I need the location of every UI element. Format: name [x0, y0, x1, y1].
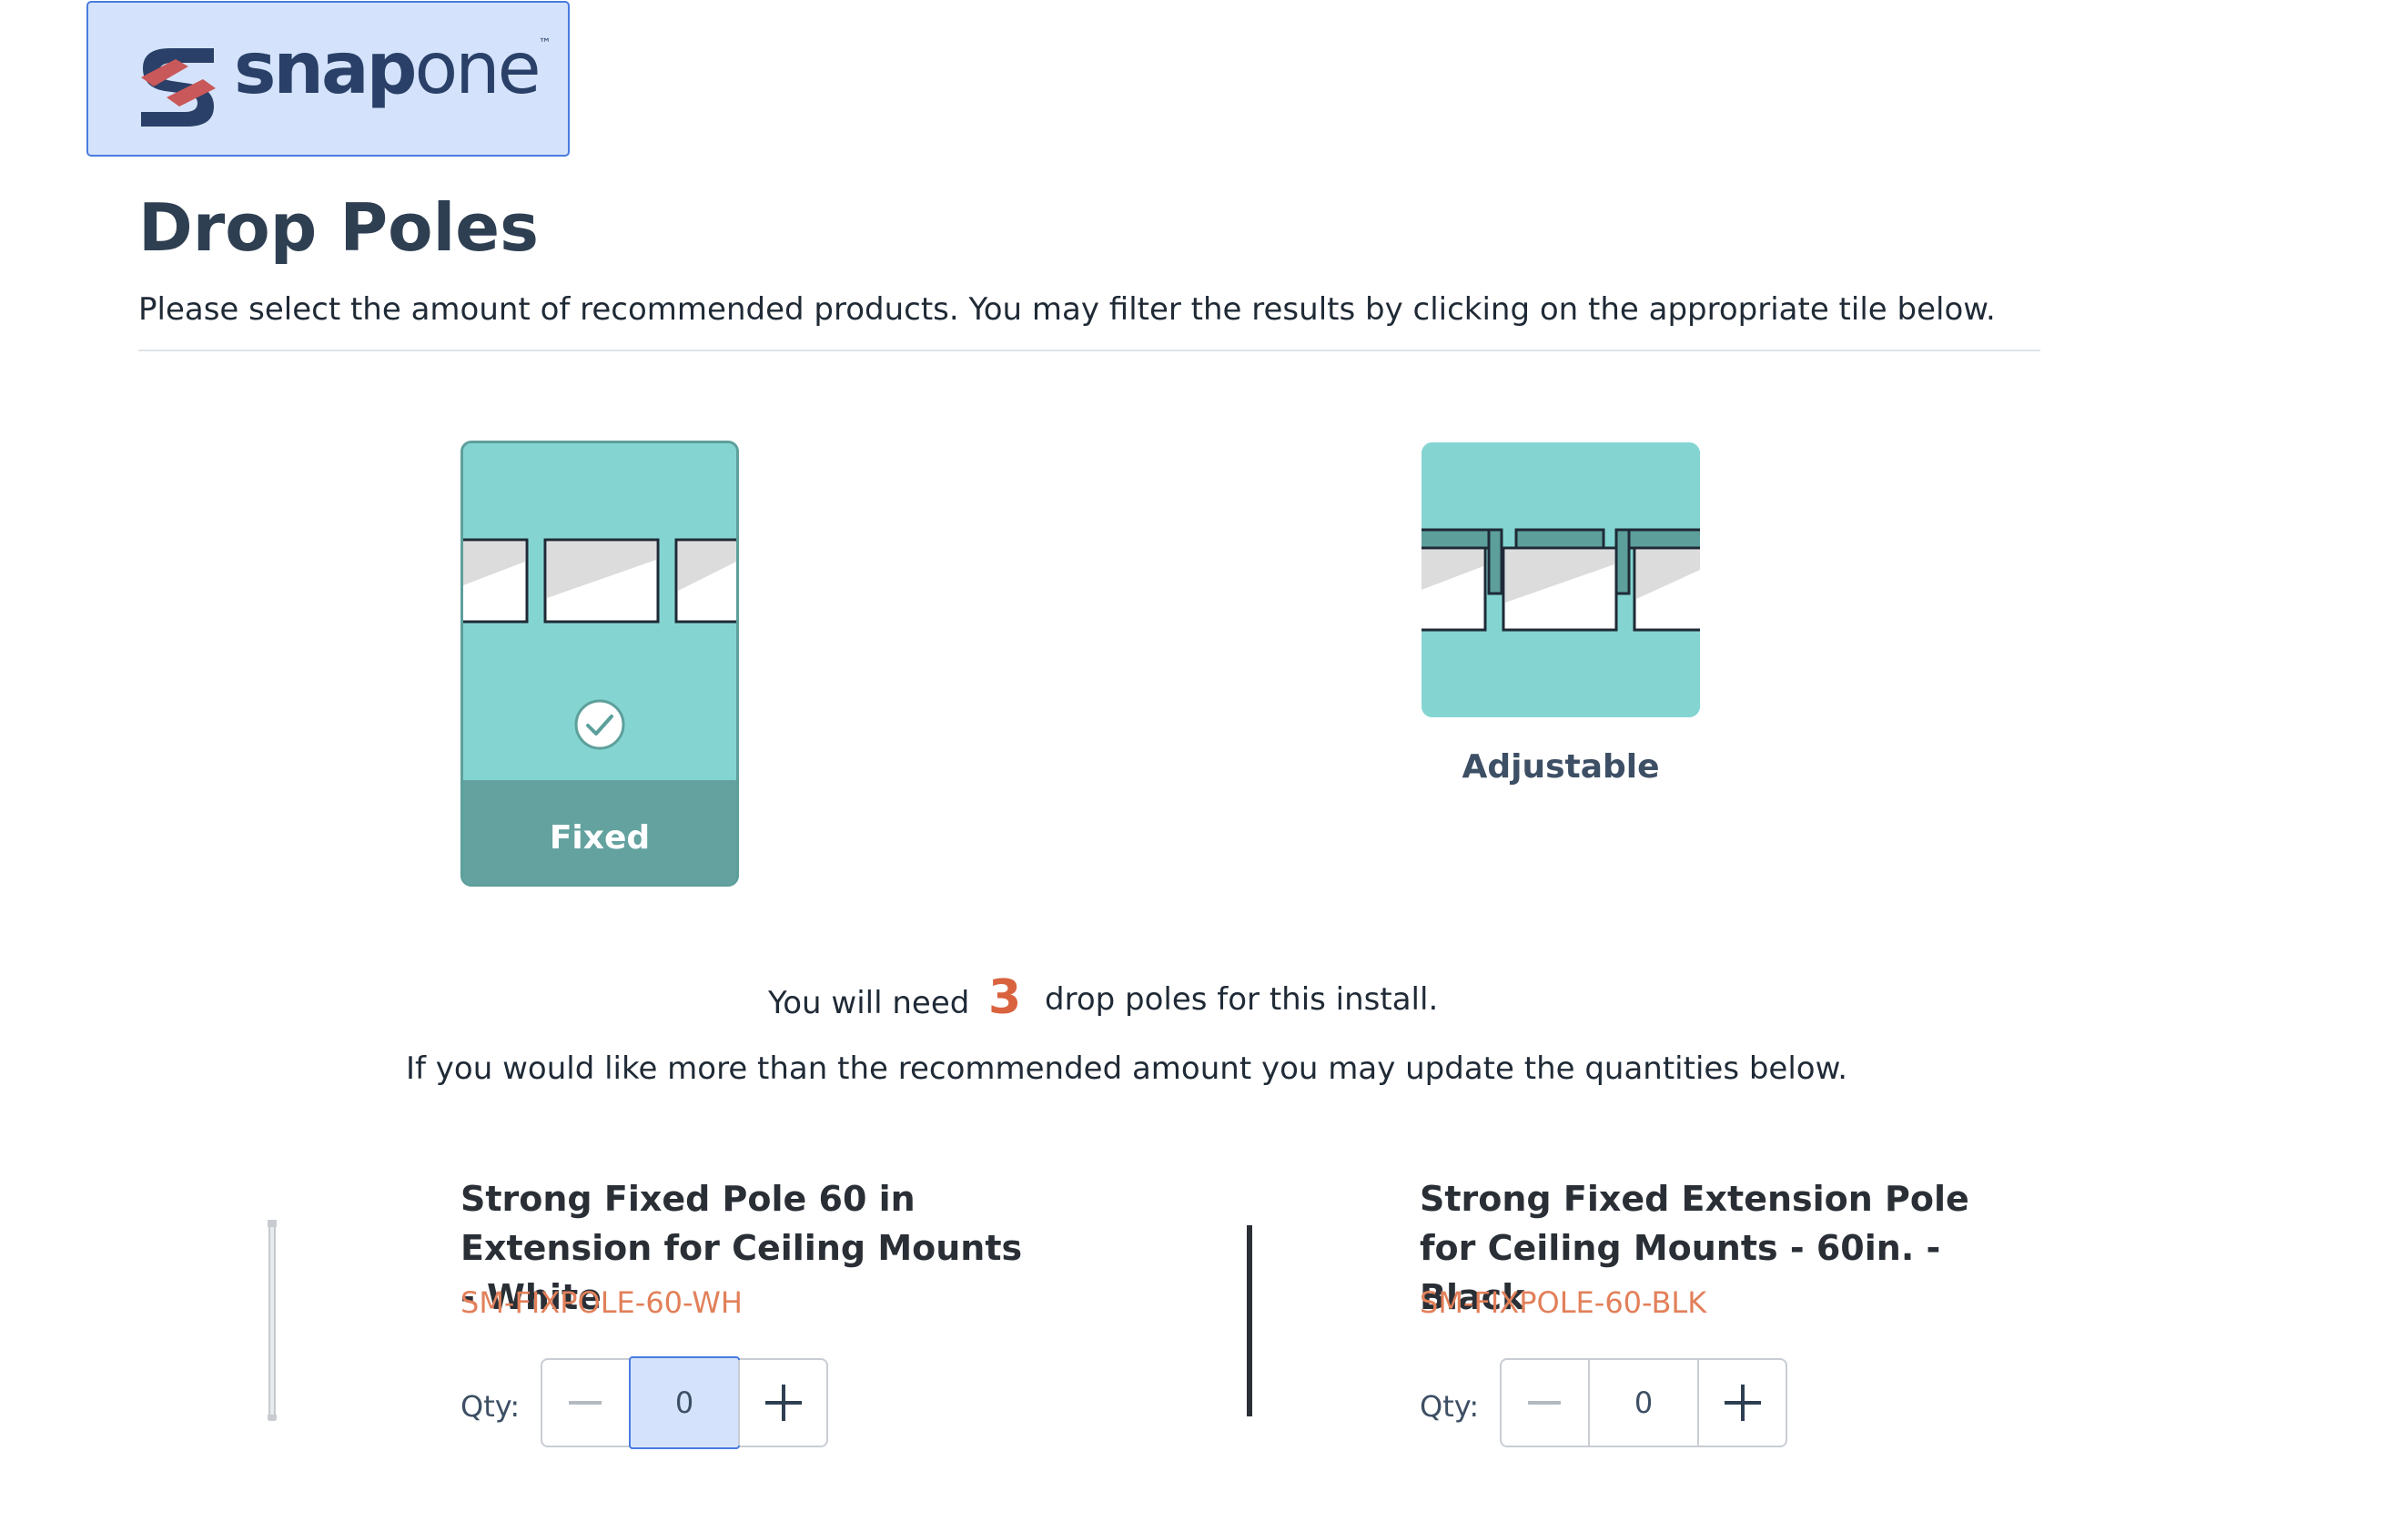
product-card: Strong Fixed Pole 60 in Extension for Ce… [164, 1174, 1022, 1484]
product-sku: SM-FIXPOLE-60-BLK [1420, 1285, 1707, 1320]
adjustable-pole-drawing [1422, 442, 1700, 717]
quantity-input[interactable]: 0 [628, 1356, 741, 1449]
page-title: Drop Poles [138, 189, 539, 266]
filter-tile-fixed[interactable]: Fixed [460, 441, 739, 887]
adjustable-pole-illustration [1422, 442, 1700, 717]
check-circle-icon [574, 699, 625, 750]
qty-label: Qty: [460, 1389, 521, 1424]
white-pole-image [268, 1220, 277, 1421]
increment-button[interactable] [1697, 1360, 1786, 1446]
recommendation-line: You will need 3 drop poles for this inst… [0, 970, 2408, 1043]
tile-label-adjustable: Adjustable [1462, 748, 1660, 786]
decrement-button[interactable] [542, 1360, 631, 1446]
page-subtitle: Please select the amount of recommended … [138, 291, 1996, 328]
divider [138, 350, 2040, 351]
decrement-button[interactable] [1502, 1360, 1590, 1446]
snap-one-logo-icon [141, 48, 216, 127]
black-pole-image [1247, 1225, 1252, 1416]
recommended-count: 3 [988, 970, 1022, 1025]
logo-link[interactable]: snapone™ [86, 1, 570, 157]
quantity-input[interactable]: 0 [1590, 1360, 1697, 1446]
plus-icon [764, 1385, 802, 1421]
minus-icon [1528, 1401, 1562, 1405]
logo-wordmark: snapone™ [234, 28, 551, 110]
recommendation-prefix: You will need [768, 985, 970, 1021]
filter-tile-adjustable[interactable]: Adjustable [1422, 442, 1700, 888]
increment-button[interactable] [738, 1360, 826, 1446]
fixed-pole-illustration [463, 443, 736, 718]
plus-icon [1724, 1385, 1761, 1421]
minus-icon [569, 1401, 602, 1405]
tile-label-fixed: Fixed [549, 819, 651, 857]
recommendation-note: If you would like more than the recommen… [406, 1050, 1848, 1087]
tile-frame: Fixed [460, 441, 739, 887]
product-sku: SM-FIXPOLE-60-WH [460, 1285, 743, 1320]
quantity-stepper: 0 [1500, 1358, 1787, 1447]
quantity-stepper: 0 [541, 1356, 828, 1449]
product-card: Strong Fixed Extension Pole for Ceiling … [1134, 1174, 1969, 1484]
recommendation-suffix: drop poles for this install. [1045, 981, 1439, 1018]
qty-label: Qty: [1420, 1389, 1480, 1424]
